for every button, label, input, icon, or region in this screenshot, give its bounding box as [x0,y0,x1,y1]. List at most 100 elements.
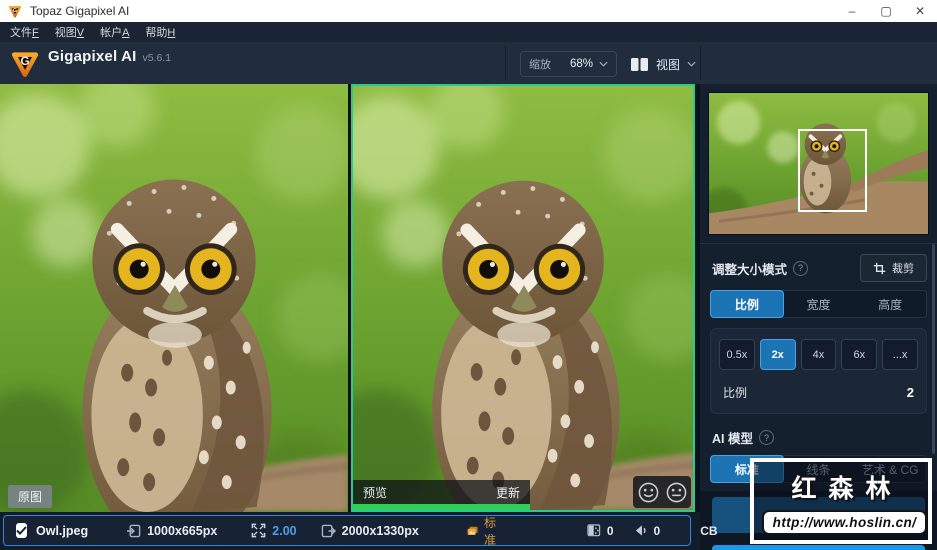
zoom-value: 68% [569,58,593,70]
scale-buttons-row: 0.5x 2x 4x 6x ...x [719,339,918,370]
noise-group: 0 [587,524,614,538]
expand-arrows-icon [251,523,266,538]
resize-section-title: 调整大小模式 [712,262,788,277]
check-icon [16,526,27,535]
menu-view-label: 视图 [54,27,77,39]
menu-file[interactable]: 文件F [10,24,39,40]
brand: Gigapixel AI v5.6.1 [10,48,171,78]
scale-options-card: 0.5x 2x 4x 6x ...x 比例 2 [710,328,927,414]
watermark-url: http://www.hoslin.cn/ [762,510,927,535]
split-view-icon [631,57,648,71]
chevron-down-icon [687,61,696,67]
ai-model-section-header: AI 模型 ? [700,414,937,455]
resize-mode-tabs: 比例 宽度 高度 [710,290,927,318]
crop-icon [873,262,886,274]
close-button[interactable]: ✕ [903,0,937,22]
window-title: Topaz Gigapixel AI [30,4,130,18]
image-viewer: 原图 预览 更新 [0,84,700,512]
ratio-value-row: 比例 2 [719,370,918,405]
header-separator [505,46,506,80]
tab-height[interactable]: 高度 [854,291,926,317]
noise-icon [587,524,601,537]
viewport-rectangle[interactable] [798,129,867,212]
update-link[interactable]: 更新 [496,484,520,501]
original-badge: 原图 [8,485,53,508]
scale-05x-button[interactable]: 0.5x [719,339,755,370]
tab-scale[interactable]: 比例 [710,290,784,318]
ratio-label: 比例 [723,386,748,400]
menu-help[interactable]: 帮助H [145,24,175,40]
menu-help-label: 帮助 [145,27,168,39]
cb-indicator: CB [700,523,718,538]
watermark-title: 红森林 [791,475,903,503]
watermark-overlay: 红森林 http://www.hoslin.cn/ [750,458,932,544]
file-row[interactable]: Owl.jpeg 1000x665px 2.00 2000x1330px 标准 … [3,514,718,548]
menu-account[interactable]: 帐户A [100,24,129,40]
mode-group: 标准 [467,514,501,548]
blur-icon [635,525,646,536]
menu-help-hotkey: H [167,27,176,39]
app-header: Gigapixel AI v5.6.1 缩放 68% 视图 [0,42,937,84]
header-separator [700,46,701,80]
view-label: 视图 [656,57,681,72]
scale-custom-button[interactable]: ...x [882,339,918,370]
app-version: v5.6.1 [142,52,172,64]
ai-model-title: AI 模型 [712,432,753,446]
preview-label: 预览 [363,485,388,500]
view-mode-dropdown[interactable]: 视图 [630,51,696,77]
ratio-value[interactable]: 2 [907,385,914,400]
menu-view[interactable]: 视图V [55,24,84,40]
input-size-group: 1000x665px [126,524,217,538]
crop-button[interactable]: 裁剪 [860,254,927,282]
feedback-box [633,476,691,508]
preview-owl-image [353,86,693,510]
output-size-value: 2000x1330px [341,523,419,538]
happy-face-icon[interactable] [638,482,659,503]
original-owl-image [0,84,348,512]
title-bar: Topaz Gigapixel AI – ▢ ✕ [0,0,937,22]
blur-group: 0 [634,523,661,538]
app-name: Gigapixel AI [48,48,137,65]
menu-view-hotkey: V [76,27,85,39]
window-controls: – ▢ ✕ [835,0,937,22]
gigapixel-app-window: Topaz Gigapixel AI – ▢ ✕ 文件F 视图V 帐户A 帮助H… [0,0,937,550]
gigapixel-logo-icon [10,48,40,78]
menu-file-label: 文件 [10,27,32,39]
app-logo-icon [8,4,22,18]
neutral-face-icon[interactable] [666,482,687,503]
navigation-thumbnail[interactable] [708,92,929,235]
menu-bar: 文件F 视图V 帐户A 帮助H [0,22,937,42]
import-icon [127,524,141,537]
resize-section-header: 调整大小模式 ? 裁剪 [700,244,937,290]
help-icon[interactable]: ? [758,430,774,445]
primary-action-button[interactable] [712,545,925,550]
scale-6x-button[interactable]: 6x [841,339,878,370]
status-bar: Owl.jpeg 1000x665px 2.00 2000x1330px 标准 … [0,512,718,550]
menu-account-hotkey: A [122,27,130,39]
scale-factor-value: 2.00 [272,523,297,538]
maximize-button[interactable]: ▢ [869,0,903,22]
input-size-value: 1000x665px [147,523,218,538]
noise-value: 0 [606,523,614,538]
chevron-down-icon [599,61,608,67]
blur-value: 0 [653,523,661,538]
export-icon [321,524,336,537]
sidebar-scrollbar[interactable] [932,244,935,454]
scale-4x-button[interactable]: 4x [800,339,837,370]
original-image-pane[interactable]: 原图 [0,84,348,512]
file-name: Owl.jpeg [36,523,89,538]
preview-image-pane[interactable]: 预览 更新 [351,84,695,512]
scale-factor-group: 2.00 [251,523,297,538]
zoom-label: 缩放 [529,59,551,71]
file-checkbox[interactable] [16,523,27,538]
menu-account-label: 帐户 [100,27,123,39]
tab-width[interactable]: 宽度 [783,291,855,317]
processing-progress-bar [353,504,530,510]
crop-button-label: 裁剪 [892,263,914,275]
photo-stack-icon [467,526,478,535]
zoom-dropdown[interactable]: 缩放 68% [520,51,617,77]
minimize-button[interactable]: – [835,0,869,22]
help-icon[interactable]: ? [793,260,809,276]
mode-value: 标准 [484,515,497,547]
scale-2x-button[interactable]: 2x [759,339,796,370]
